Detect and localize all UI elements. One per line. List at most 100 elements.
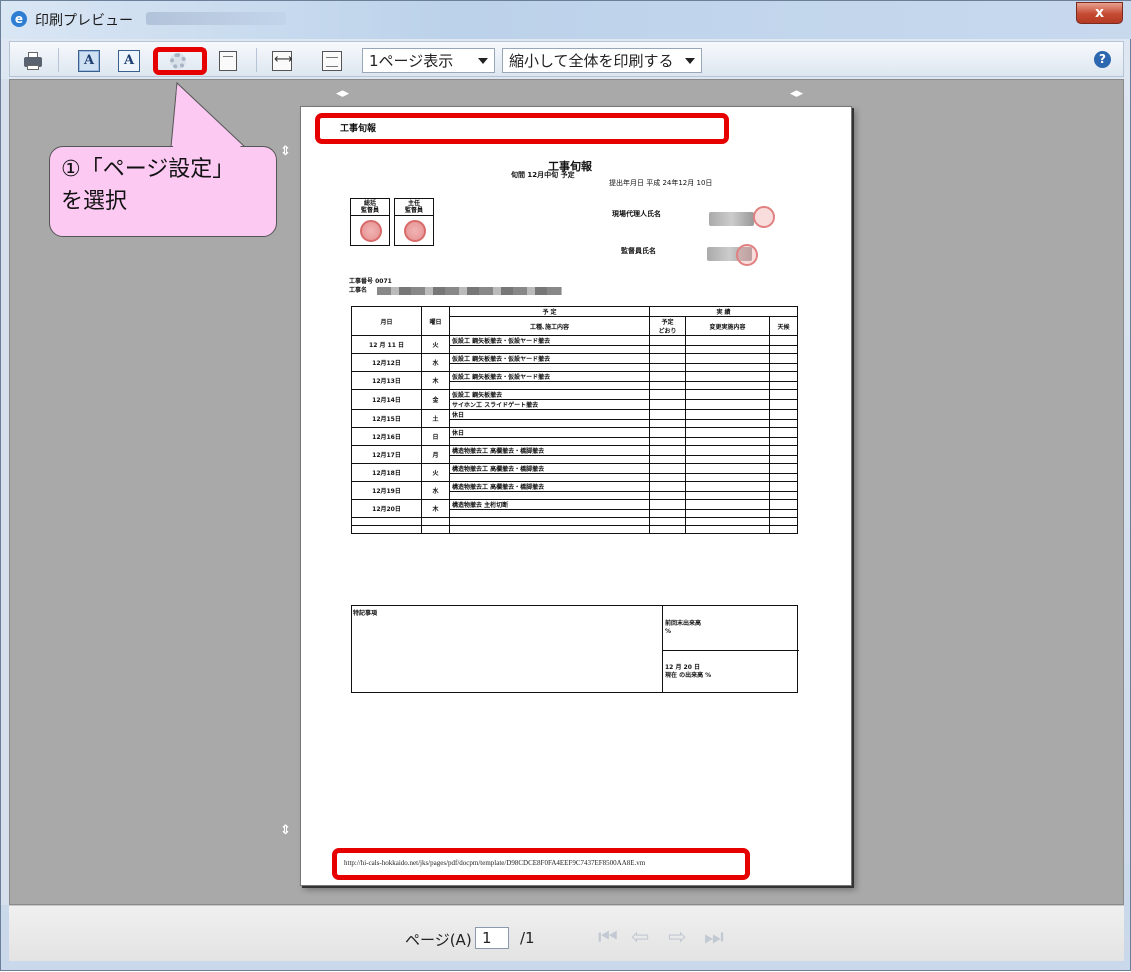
- table-cell: [649, 335, 686, 346]
- page-setup-highlight: [153, 47, 207, 75]
- work-cell: 構造物撤去工 高欄撤去・橋脚撤去: [449, 481, 650, 492]
- table-cell: [351, 525, 422, 534]
- day-cell: 木: [421, 371, 450, 390]
- table-cell: [649, 399, 686, 410]
- view-mode-select[interactable]: 1ページ表示: [362, 48, 495, 73]
- right-margin-handle[interactable]: ◂▸: [790, 86, 803, 101]
- table-cell: [685, 345, 770, 354]
- column-header: 月日: [351, 306, 422, 336]
- table-cell: [649, 509, 686, 518]
- prev-page-icon[interactable]: ⇦: [631, 927, 649, 949]
- page-total: /1: [520, 929, 535, 947]
- blurred-title-suffix: [146, 12, 286, 25]
- table-cell: [449, 517, 650, 526]
- remarks-label: 特記事項: [353, 610, 378, 617]
- table-row: [351, 517, 798, 526]
- table-cell: [769, 335, 798, 346]
- date-cell: 12月20日: [351, 499, 422, 518]
- work-cell: 仮設工 鋼矢板撤去・仮設ヤード撤去: [449, 335, 650, 346]
- table-row: [351, 525, 798, 534]
- column-header: 工種､施工内容: [449, 316, 650, 336]
- table-cell: [769, 409, 798, 420]
- table-cell: [769, 455, 798, 464]
- table-row: 12月20日木構造物撤去 主桁切断: [351, 499, 798, 518]
- column-header: 曜日: [421, 306, 450, 336]
- date-cell: 12月14日: [351, 389, 422, 410]
- document-subtitle: 旬間 12月中旬 予定: [511, 171, 575, 179]
- table-cell: [769, 509, 798, 518]
- table-row: 12月13日木仮設工 鋼矢板撤去・仮設ヤード撤去: [351, 371, 798, 390]
- first-page-icon[interactable]: ⏮: [598, 927, 618, 949]
- table-cell: [685, 517, 770, 526]
- left-margin-handle[interactable]: ◂▸: [336, 86, 349, 101]
- table-cell: [769, 381, 798, 390]
- table-cell: [685, 455, 770, 464]
- date-cell: 12 月 11 日: [351, 335, 422, 354]
- top-margin-handle[interactable]: ⇕: [280, 144, 291, 159]
- table-cell: [769, 463, 798, 474]
- site-agent-label: 現場代理人氏名: [612, 210, 661, 218]
- table-cell: [685, 389, 770, 400]
- table-cell: [769, 473, 798, 482]
- table-cell: [685, 437, 770, 446]
- chevron-down-icon: [685, 58, 695, 64]
- table-cell: [421, 517, 450, 526]
- print-preview-window: e 印刷プレビュー x A A 1ページ表示 縮小して全体を印刷する ? ◂▸ …: [0, 0, 1131, 971]
- table-row: 12月12日水仮設工 鋼矢板撤去・仮設ヤード撤去: [351, 353, 798, 372]
- table-cell: [769, 491, 798, 500]
- table-cell: [685, 353, 770, 364]
- table-row: 12月14日金仮設工 鋼矢板撤去: [351, 389, 798, 410]
- table-cell: [649, 499, 686, 510]
- table-cell: [685, 381, 770, 390]
- work-cell: [449, 473, 650, 482]
- table-cell: [769, 525, 798, 534]
- help-icon[interactable]: ?: [1094, 51, 1111, 68]
- work-cell: 仮設工 鋼矢板撤去・仮設ヤード撤去: [449, 353, 650, 364]
- page-number-input[interactable]: 1: [475, 927, 509, 949]
- seal-stamp: [753, 206, 775, 228]
- table-row: 12月17日月構造物撤去工 高欄撤去・橋脚撤去: [351, 445, 798, 464]
- schedule-table: 月日 曜日 予 定 実 績 工種､施工内容 予定 どおり 変更実施内容 天候 1…: [351, 306, 798, 534]
- table-cell: [769, 363, 798, 372]
- work-cell: 構造物撤去工 高欄撤去・橋脚撤去: [449, 445, 650, 456]
- page-width-icon[interactable]: [272, 51, 293, 71]
- landscape-icon[interactable]: A: [118, 50, 140, 72]
- seal-stamp: [360, 220, 382, 242]
- table-cell: [649, 419, 686, 428]
- table-cell: [685, 427, 770, 438]
- bottom-margin-handle[interactable]: ⇕: [280, 823, 291, 838]
- shrink-to-fit-icon[interactable]: [322, 51, 342, 71]
- last-page-icon[interactable]: ⏭: [704, 927, 724, 949]
- portrait-icon[interactable]: A: [78, 50, 100, 72]
- next-page-icon[interactable]: ⇨: [668, 927, 686, 949]
- actual-group-header: 実 績: [649, 306, 798, 317]
- current-progress-label: 現在 の出来高 %: [665, 672, 712, 679]
- table-cell: [649, 481, 686, 492]
- close-button[interactable]: x: [1076, 2, 1123, 24]
- table-cell: [649, 427, 686, 438]
- work-cell: [449, 419, 650, 428]
- table-cell: [649, 517, 686, 526]
- date-cell: 12月15日: [351, 409, 422, 428]
- scale-mode-select[interactable]: 縮小して全体を印刷する: [502, 48, 702, 73]
- inspector-label: 総括 監督員: [351, 200, 389, 216]
- table-cell: [449, 525, 650, 534]
- blurred-name: [709, 212, 754, 226]
- table-cell: [769, 389, 798, 400]
- table-cell: [421, 525, 450, 534]
- table-cell: [649, 353, 686, 364]
- table-cell: [685, 491, 770, 500]
- table-cell: [649, 445, 686, 456]
- table-cell: [769, 427, 798, 438]
- table-row: 12月16日日休日: [351, 427, 798, 446]
- table-row: 12 月 11 日火仮設工 鋼矢板撤去・仮設ヤード撤去: [351, 335, 798, 354]
- day-cell: 金: [421, 389, 450, 410]
- current-date: 12 月 20 日: [665, 664, 700, 671]
- table-cell: [769, 345, 798, 354]
- table-row: 12月18日火構造物撤去工 高欄撤去・橋脚撤去: [351, 463, 798, 482]
- plan-group-header: 予 定: [449, 306, 650, 317]
- day-cell: 火: [421, 463, 450, 482]
- table-cell: [685, 463, 770, 474]
- printer-icon[interactable]: [22, 50, 44, 72]
- full-page-icon[interactable]: [219, 51, 237, 71]
